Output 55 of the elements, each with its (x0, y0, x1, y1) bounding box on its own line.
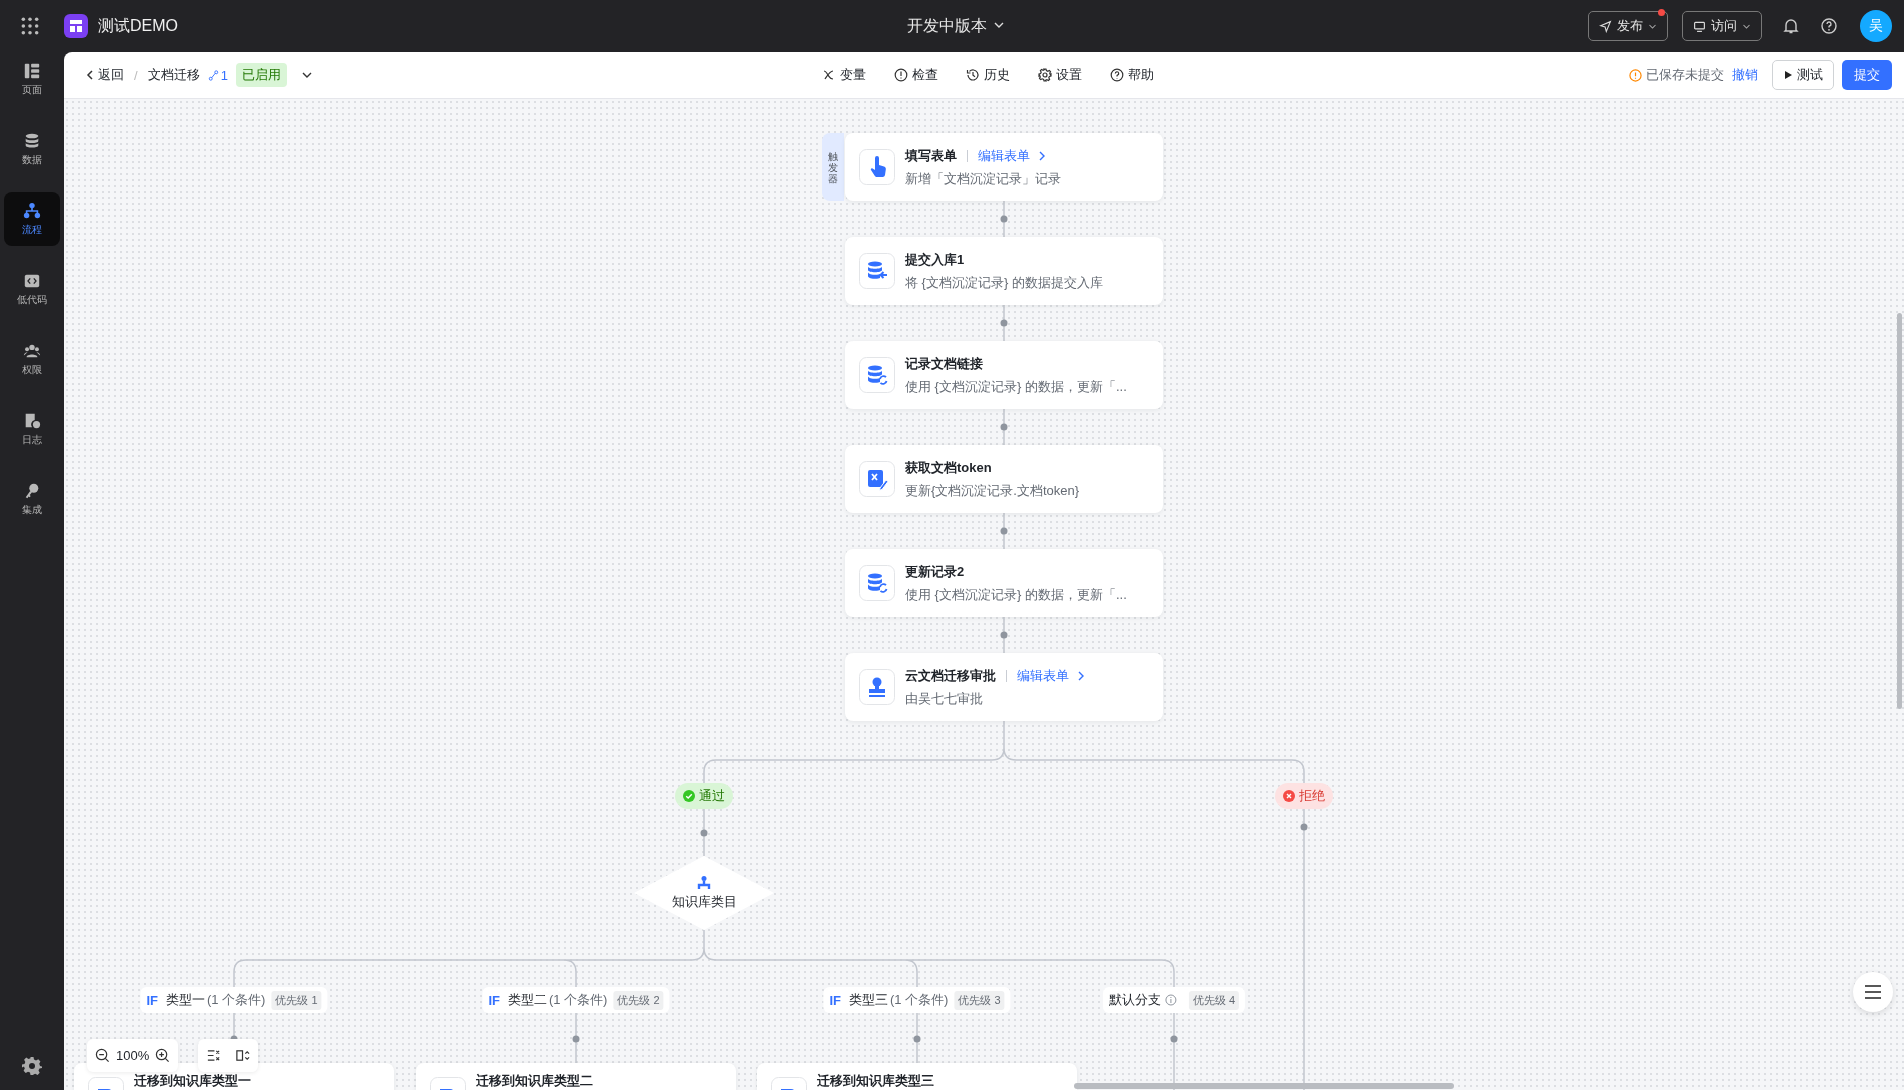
sidebar-item[interactable]: 页面 (4, 52, 60, 106)
node-description: 新增「文档沉淀记录」记录 (905, 169, 1061, 188)
node-title: 获取文档token (905, 458, 992, 477)
node-description: 使用 {文档沉淀记录} 的数据，更新「... (905, 585, 1127, 604)
outcome-tag[interactable]: 通过 (675, 783, 733, 809)
branch-label[interactable]: IF 类型一(1 个条件) 优先级 1 (140, 987, 328, 1013)
node-title: 记录文档链接 (905, 354, 983, 373)
test-button[interactable]: 测试 (1772, 60, 1834, 90)
flow-node[interactable]: 迁移到知识库类型二 (416, 1063, 736, 1090)
toolbar-action[interactable]: 设置 (1038, 66, 1082, 84)
gateway-node[interactable]: 知识库类目 (634, 856, 774, 930)
toolbar-action[interactable]: 帮助 (1110, 66, 1154, 84)
publish-button[interactable]: 发布 (1588, 11, 1668, 41)
breadcrumb-separator: / (134, 67, 138, 83)
node-title: 更新记录2 (905, 562, 965, 581)
visit-button[interactable]: 访问 (1682, 11, 1762, 41)
node-title: 填写表单 (905, 146, 957, 165)
node-title: 云文档迁移审批 (905, 666, 996, 685)
version-dropdown[interactable]: 开发中版本 (902, 11, 1010, 41)
toolbar-action[interactable]: 历史 (966, 66, 1010, 84)
flow-node[interactable]: 填写表单 编辑表单 新增「文档沉淀记录」记录 (845, 133, 1163, 201)
branch-label[interactable]: 默认分支 优先级 4 (1102, 987, 1246, 1013)
toolbar-action[interactable]: 变量 (822, 66, 866, 84)
flow-node[interactable]: 迁移到知识库类型三 (757, 1063, 1077, 1090)
app-title: 测试DEMO (98, 15, 178, 36)
sidebar-item[interactable]: 数据 (4, 122, 60, 176)
node-description: 使用 {文档沉淀记录} 的数据，更新「... (905, 377, 1127, 396)
submit-button[interactable]: 提交 (1842, 60, 1892, 90)
status-tag: 已启用 (235, 63, 287, 87)
sidebar-item[interactable]: 集成 (4, 472, 60, 526)
outcome-tag[interactable]: 拒绝 (1275, 783, 1333, 809)
flow-node[interactable]: 云文档迁移审批 编辑表单 由吴七七审批 (845, 653, 1163, 721)
branch-label[interactable]: IF 类型三(1 个条件) 优先级 3 (823, 987, 1011, 1013)
toolbar-action[interactable]: 检查 (894, 66, 938, 84)
node-description: 更新{文档沉淀记录.文档token} (905, 481, 1080, 500)
node-description: 由吴七七审批 (905, 689, 984, 708)
edit-form-link[interactable]: 编辑表单 (1017, 666, 1087, 685)
save-status: 已保存未提交 (1646, 66, 1724, 84)
node-description: 将 {文档沉淀记录} 的数据提交入库 (905, 273, 1103, 292)
flow-node[interactable]: 提交入库1 将 {文档沉淀记录} 的数据提交入库 (845, 237, 1163, 305)
flow-node[interactable]: 更新记录2 使用 {文档沉淀记录} 的数据，更新「... (845, 549, 1163, 617)
version-link[interactable]: 1 (207, 67, 228, 83)
node-title: 提交入库1 (905, 250, 965, 269)
undo-link[interactable]: 撤销 (1732, 66, 1758, 84)
sidebar-item[interactable]: 低代码 (4, 262, 60, 316)
branch-label[interactable]: IF 类型二(1 个条件) 优先级 2 (482, 987, 670, 1013)
edit-form-link[interactable]: 编辑表单 (978, 146, 1048, 165)
sidebar-item[interactable]: 权限 (4, 332, 60, 386)
back-link[interactable]: 返回 (84, 66, 124, 84)
flow-name: 文档迁移 (147, 66, 200, 84)
sidebar-item[interactable]: 日志 (4, 402, 60, 456)
flow-node[interactable]: 记录文档链接 使用 {文档沉淀记录} 的数据，更新「... (845, 341, 1163, 409)
sidebar-item[interactable]: 流程 (4, 192, 60, 246)
flow-node[interactable]: 获取文档token 更新{文档沉淀记录.文档token} (845, 445, 1163, 513)
zoom-level: 100% (116, 1048, 150, 1063)
